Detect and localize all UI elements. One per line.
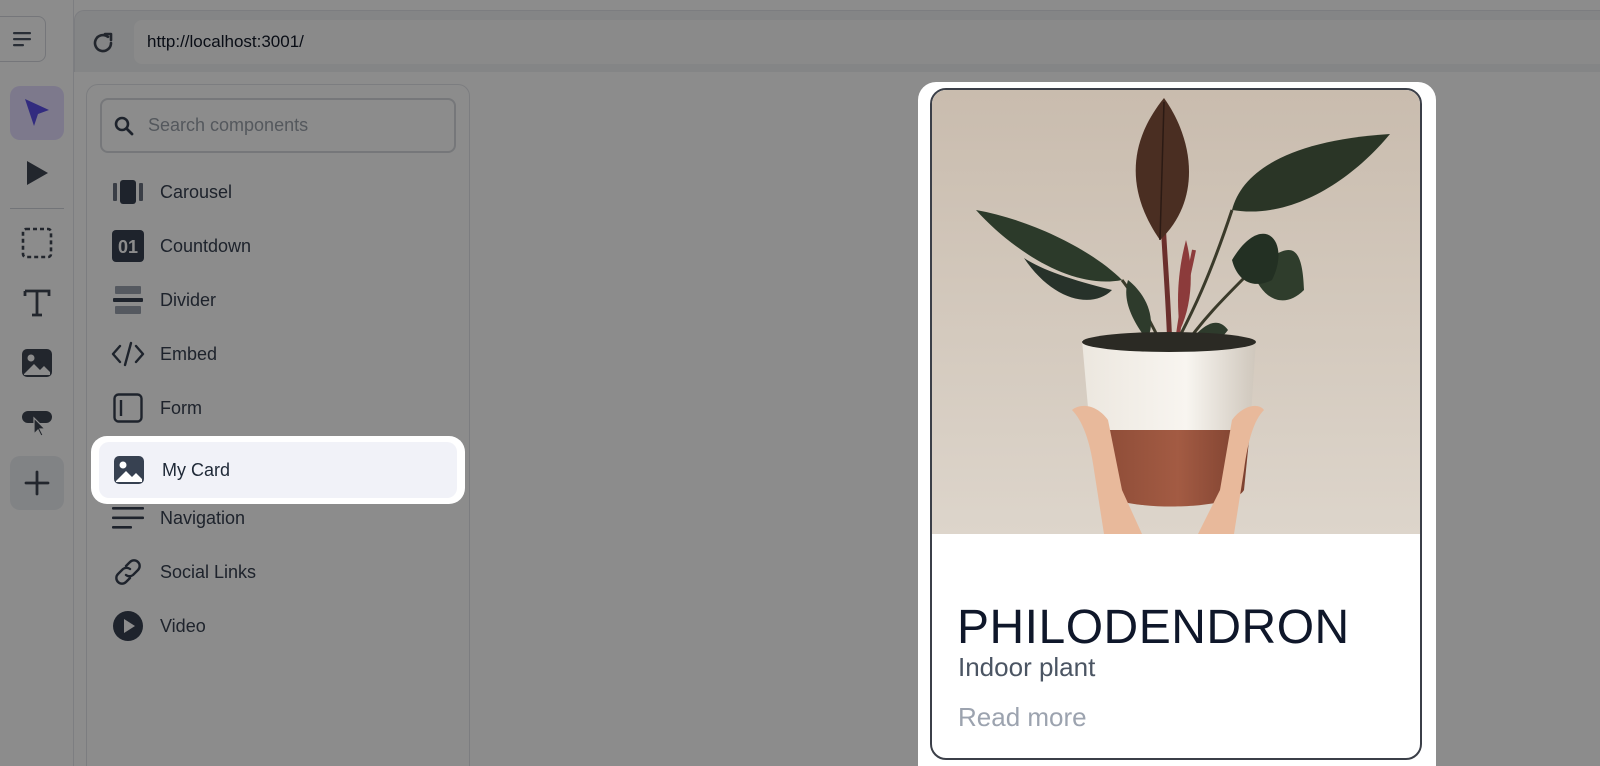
- component-item-label: My Card: [162, 459, 231, 480]
- card-subtitle: Indoor plant: [958, 652, 1096, 682]
- component-item-my-card[interactable]: My Card: [99, 442, 457, 498]
- read-more-link[interactable]: Read more: [958, 702, 1087, 733]
- image-icon: [111, 452, 147, 488]
- my-card[interactable]: PHILODENDRON Indoor plant Read more: [930, 88, 1422, 760]
- card-title: PHILODENDRON: [957, 601, 1350, 654]
- card-image: [932, 90, 1420, 534]
